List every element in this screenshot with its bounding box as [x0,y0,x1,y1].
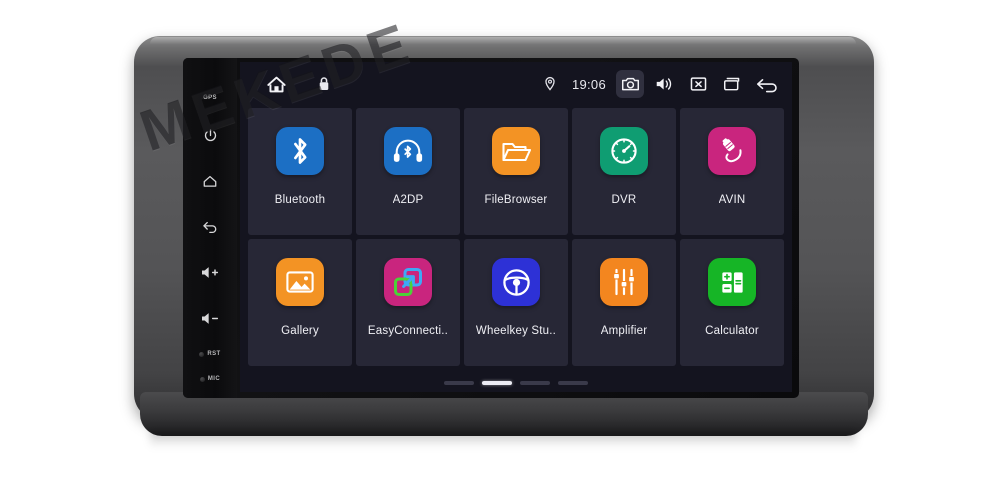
app-grid: Bluetooth A2DP FileBrowser DVR AVIN Gall… [248,108,784,370]
speedometer-icon [600,127,648,175]
app-tile-calculator[interactable]: Calculator [680,239,784,366]
easyconnect-icon [384,258,432,306]
back-button[interactable] [183,219,237,234]
a2dp-headphone-icon [384,127,432,175]
app-tile-a2dp[interactable]: A2DP [356,108,460,235]
app-label: AVIN [718,194,746,206]
app-label: EasyConnecti.. [367,325,449,337]
app-tile-dvr[interactable]: DVR [572,108,676,235]
volume-down-button[interactable] [183,311,237,326]
page-indicator[interactable] [240,381,792,385]
home-icon[interactable] [262,70,290,98]
volume-up-button[interactable] [183,265,237,280]
audio-jack-icon [708,127,756,175]
lcd-screen: 19:06 Bluetooth A2DP FileBrowser DVR AVI… [240,62,792,392]
app-tile-gallery[interactable]: Gallery [248,239,352,366]
app-label: A2DP [392,194,424,206]
microphone-hole [199,376,205,382]
location-pin-icon [536,70,564,98]
app-label: DVR [611,194,637,206]
gps-label: GPS [203,95,217,101]
status-bar-right: 19:06 [536,62,784,106]
app-label: Gallery [281,325,319,337]
hardkey-column: GPS RST MIC [183,58,237,398]
folder-icon [492,127,540,175]
calculator-icon [708,258,756,306]
page-dot[interactable] [558,381,588,385]
microphone-row: MIC [183,376,237,382]
page-dot[interactable] [520,381,550,385]
page-dot-active[interactable] [482,381,512,385]
app-tile-easyconnection[interactable]: EasyConnecti.. [356,239,460,366]
microphone-label: MIC [207,376,221,382]
volume-down-icon [202,313,219,324]
steering-wheel-icon [492,258,540,306]
volume-up-icon [202,267,219,278]
recent-apps-icon[interactable] [718,70,746,98]
power-icon [204,129,216,142]
app-tile-avin[interactable]: AVIN [680,108,784,235]
back-arrow-icon [202,221,216,234]
clock: 19:06 [571,76,606,92]
app-label: FileBrowser [484,194,548,206]
status-bar-left [262,62,338,106]
status-bar: 19:06 [240,62,792,106]
close-icon[interactable] [684,70,712,98]
app-label: Calculator [705,325,759,337]
volume-icon[interactable] [650,70,678,98]
back-arrow-icon[interactable] [752,70,784,98]
app-label: Bluetooth [274,194,326,206]
home-button[interactable] [183,174,237,188]
chassis-top-highlight [150,37,856,44]
app-tile-wheelkey-study[interactable]: Wheelkey Stu.. [464,239,568,366]
app-row-1: Bluetooth A2DP FileBrowser DVR AVIN [248,108,784,235]
reset-label: RST [207,351,221,357]
reset-pinhole [199,351,205,357]
app-tile-filebrowser[interactable]: FileBrowser [464,108,568,235]
reset-key-row[interactable]: RST [183,351,237,357]
bluetooth-icon [276,127,324,175]
photo-icon [276,258,324,306]
gps-label-area: GPS [183,86,237,104]
camera-icon[interactable] [616,70,644,98]
app-label: Amplifier [600,325,648,337]
power-button[interactable] [183,128,237,143]
app-tile-bluetooth[interactable]: Bluetooth [248,108,352,235]
chassis-drop-shadow [150,430,856,448]
lock-icon[interactable] [310,70,338,98]
app-label: Wheelkey Stu.. [475,325,557,337]
home-icon [203,175,217,187]
page-dot[interactable] [444,381,474,385]
equalizer-icon [600,258,648,306]
app-tile-amplifier[interactable]: Amplifier [572,239,676,366]
app-row-2: Gallery EasyConnecti.. Wheelkey Stu.. Am… [248,239,784,366]
